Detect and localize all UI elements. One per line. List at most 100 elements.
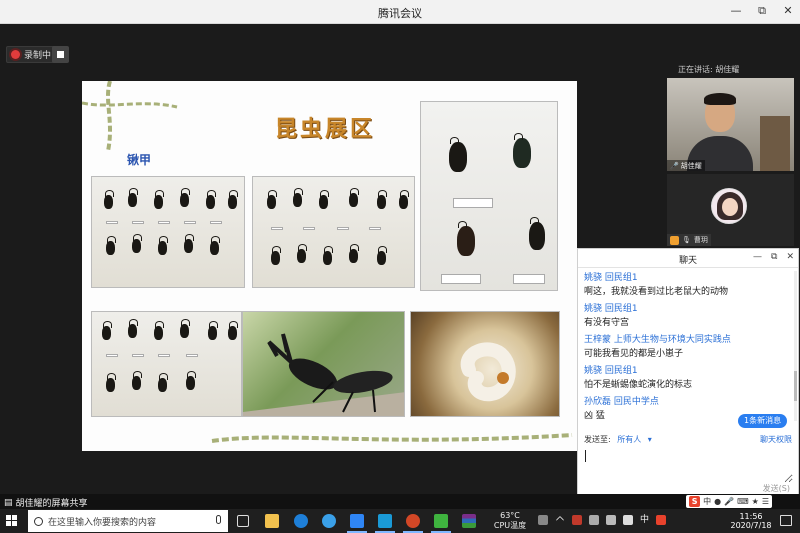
chat-message: 王梓蒙 上师大生物与环境大同实践点 可能我看见的都是小崽子	[584, 334, 790, 361]
battery-icon[interactable]	[589, 515, 599, 525]
specimen-photo-2	[252, 176, 415, 288]
windows-taskbar: 在这里输入你要搜索的内容 63°C CPU温度 中 11:56 2020/7/1…	[0, 509, 800, 533]
ime-toolbar[interactable]: S 中 ● 🎤 ⌨ ★ ☰	[686, 495, 772, 508]
close-button[interactable]: ✕	[782, 4, 794, 18]
ime-menu-icon[interactable]: ☰	[762, 497, 769, 506]
input-language[interactable]: 中	[640, 515, 649, 525]
punctuation-icon[interactable]: ●	[714, 497, 721, 506]
participant-name: 胡佳耀	[680, 161, 702, 170]
keyboard-icon[interactable]: ⌨	[737, 497, 749, 506]
chat-message: 姚骁 回民组1 啊这，我就没看到过比老鼠大的动物	[584, 272, 790, 299]
stop-recording-button[interactable]	[52, 46, 69, 63]
chat-popout-button[interactable]: ⧉	[771, 252, 777, 262]
sogou-tray-icon[interactable]	[656, 515, 667, 525]
screen-share-label: 胡佳耀的屏幕共享	[15, 499, 88, 509]
chat-header: 聊天 — ⧉ ✕	[578, 249, 798, 268]
volume-icon[interactable]	[623, 515, 633, 525]
mic-icon[interactable]	[216, 515, 221, 524]
participant-video-main[interactable]: 🎤 胡佳耀	[667, 78, 794, 171]
recording-label: 录制中	[24, 51, 52, 61]
specimen-photo-4	[91, 311, 242, 417]
cpu-temp-widget[interactable]: 63°C CPU温度	[490, 511, 530, 531]
minimize-button[interactable]: —	[730, 4, 742, 18]
clock-date: 2020/7/18	[730, 521, 772, 530]
text-caret	[585, 450, 586, 462]
browser-icon[interactable]	[322, 514, 336, 528]
video-player-icon[interactable]	[375, 514, 395, 533]
chat-close-button[interactable]: ✕	[786, 252, 794, 262]
network-icon[interactable]	[606, 515, 616, 525]
ime-mic-icon[interactable]: 🎤	[724, 497, 734, 506]
cpu-temp-value: 63°C	[500, 511, 520, 520]
chat-message: 姚骁 回民组1 怕不是蜥蜴像蛇演化的标志	[584, 365, 790, 392]
chevron-down-icon[interactable]: ▾	[648, 435, 652, 444]
maximize-button[interactable]: ⧉	[756, 4, 768, 18]
speaking-indicator: 正在讲话: 胡佳耀	[678, 65, 740, 74]
screen-share-bar: ▤ 胡佳耀的屏幕共享 S 中 ● 🎤 ⌨ ★ ☰	[0, 494, 800, 509]
chevron-up-icon[interactable]	[555, 515, 565, 525]
winrar-icon[interactable]	[462, 514, 476, 528]
recording-badge[interactable]: 录制中	[6, 46, 57, 63]
chat-input[interactable]	[583, 448, 793, 483]
window-controls: — ⧉ ✕	[730, 4, 794, 18]
message-sender[interactable]: 姚骁 回民组1	[584, 303, 790, 316]
window-titlebar: 腾讯会议 — ⧉ ✕	[0, 0, 800, 24]
search-placeholder: 在这里输入你要搜索的内容	[48, 517, 157, 528]
chat-messages: 姚骁 回民组1 啊这，我就没看到过比老鼠大的动物 姚骁 回民组1 有没有守宫 王…	[584, 272, 790, 427]
tencent-meeting-icon[interactable]	[347, 514, 367, 533]
shared-slide: 昆虫展区 锹甲	[82, 81, 577, 451]
participant-video-second[interactable]: 🎙 曹玥	[667, 174, 794, 246]
avatar	[711, 188, 747, 224]
taskbar-search[interactable]: 在这里输入你要搜索的内容	[28, 510, 228, 532]
message-text: 啊这，我就没看到过比老鼠大的动物	[584, 287, 729, 297]
new-message-button[interactable]: 1条新消息	[738, 414, 788, 428]
chat-scrollbar[interactable]	[794, 271, 797, 421]
powerpoint-icon[interactable]	[403, 514, 423, 533]
screen-share-icon: ▤	[4, 497, 13, 508]
cpu-temp-label: CPU温度	[493, 521, 527, 530]
chat-permission-button[interactable]: 聊天权限	[760, 434, 792, 445]
ime-lang[interactable]: 中	[703, 496, 711, 507]
meeting-stage: 录制中 昆虫展区 锹甲 正在讲话: 胡佳耀 🎤 胡佳耀 🎙 曹玥 聊天 — ⧉ …	[0, 24, 800, 500]
edge-icon[interactable]	[294, 514, 308, 528]
specimen-photo-3	[420, 101, 558, 291]
raise-hand-icon	[670, 235, 679, 245]
people-icon[interactable]	[538, 515, 548, 525]
send-to-label: 发送至:	[584, 435, 611, 444]
message-text: 怕不是蜥蜴像蛇演化的标志	[584, 380, 693, 390]
mic-muted-icon: 🎙	[682, 236, 691, 244]
chat-message: 姚骁 回民组1 有没有守宫	[584, 303, 790, 330]
task-view-icon[interactable]	[237, 515, 249, 527]
chat-minimize-button[interactable]: —	[753, 252, 762, 262]
skin-icon[interactable]: ★	[752, 497, 759, 506]
wechat-icon[interactable]	[431, 514, 451, 533]
windows-icon	[6, 515, 11, 520]
participant-name-2: 曹玥	[693, 236, 708, 244]
window-title: 腾讯会议	[378, 7, 422, 20]
record-icon	[11, 50, 20, 59]
notification-icon[interactable]	[780, 515, 792, 526]
slide-title: 昆虫展区	[275, 116, 376, 142]
live-beetle-photo	[242, 311, 405, 417]
message-text: 有没有守宫	[584, 318, 630, 328]
larva-photo	[410, 311, 560, 417]
system-tray: 中	[538, 515, 667, 525]
message-sender[interactable]: 王梓蒙 上师大生物与环境大同实践点	[584, 334, 790, 347]
send-button[interactable]: 发送(S)	[763, 483, 790, 494]
chat-window: 聊天 — ⧉ ✕ 姚骁 回民组1 啊这，我就没看到过比老鼠大的动物 姚骁 回民组…	[577, 248, 799, 500]
app-tray-icon[interactable]	[572, 515, 582, 525]
message-sender[interactable]: 姚骁 回民组1	[584, 272, 790, 285]
message-sender[interactable]: 孙欣磊 回民中学点	[584, 396, 790, 409]
start-button[interactable]	[6, 515, 18, 527]
message-text: 可能我看见的都是小崽子	[584, 349, 684, 359]
search-icon	[34, 516, 43, 526]
send-to-select[interactable]: 所有人	[617, 435, 641, 444]
message-sender[interactable]: 姚骁 回民组1	[584, 365, 790, 378]
taskbar-clock[interactable]: 11:56 2020/7/18	[726, 512, 776, 530]
specimen-photo-1	[91, 176, 245, 288]
slide-subtitle: 锹甲	[127, 153, 152, 167]
clock-time: 11:56	[739, 512, 763, 521]
stop-icon	[57, 51, 64, 58]
participant-name-bar-2: 🎙 曹玥	[667, 234, 711, 246]
file-explorer-icon[interactable]	[265, 514, 279, 528]
